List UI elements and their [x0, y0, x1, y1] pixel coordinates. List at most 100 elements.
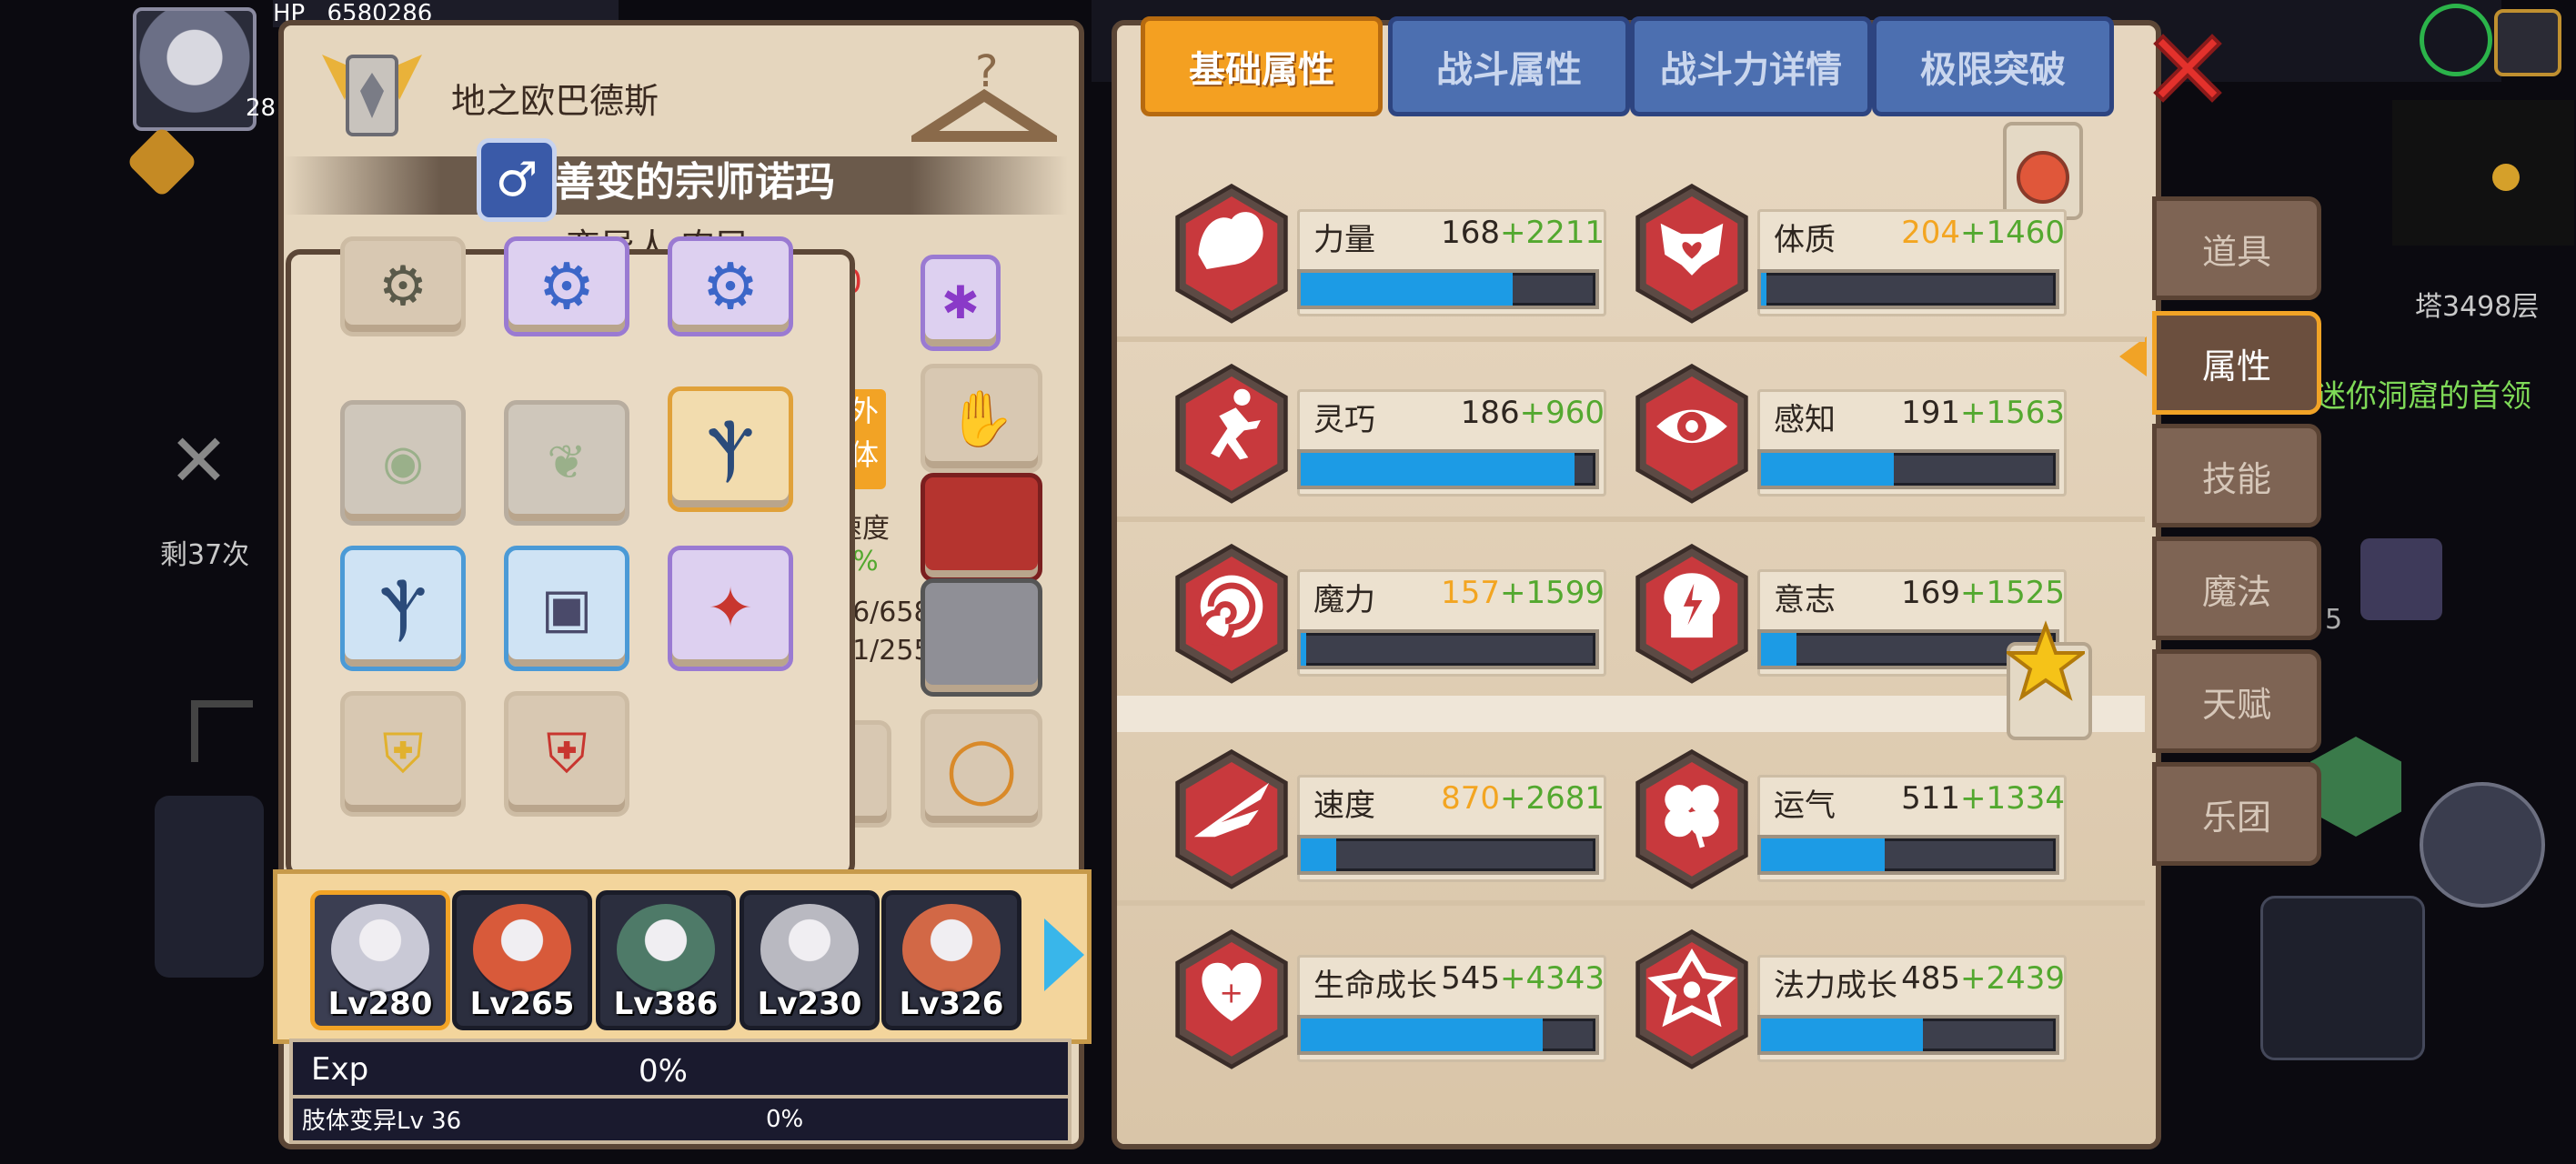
- team-level-5: Lv326: [899, 986, 1004, 1022]
- tab-limit-break[interactable]: 极限突破: [1872, 16, 2114, 116]
- stat-row: 力量 168+2211: [1168, 182, 1606, 327]
- chip-item-icon[interactable]: ▣: [504, 546, 629, 671]
- team-selector: Lv280 Lv265 Lv386 Lv230 Lv326: [273, 869, 1092, 1044]
- gauntlet-slot-icon[interactable]: ✋: [921, 364, 1042, 473]
- mutation-skill-value: 0%: [766, 1106, 804, 1133]
- stat-bonus: +1460: [1959, 215, 2065, 251]
- boots-slot-icon[interactable]: [921, 578, 1042, 697]
- mutation-skill-label: 肢体变异Lv 36: [302, 1108, 462, 1135]
- branch-item-icon-2[interactable]: Ⲯ: [340, 546, 466, 671]
- close-icon: [2153, 34, 2222, 103]
- side-tab-skills[interactable]: 技能: [2152, 424, 2321, 527]
- tab-combat-attributes[interactable]: 战斗属性: [1388, 16, 1630, 116]
- armor-chest-slot-icon[interactable]: [921, 473, 1042, 582]
- stat-bonus: +960: [1519, 395, 1605, 431]
- stat-value: 870+2681: [1441, 780, 1605, 817]
- buff-icon[interactable]: [126, 125, 198, 198]
- minimap[interactable]: [2392, 100, 2574, 246]
- stat-bar-fill: [1301, 273, 1514, 306]
- stat-base: 204: [1901, 215, 1960, 251]
- remaining-count: 剩37次: [160, 539, 250, 571]
- stat-bar: [1297, 835, 1599, 875]
- stat-bonus: +4343: [1499, 960, 1605, 997]
- crossed-swords-icon[interactable]: ✕: [168, 418, 241, 503]
- ring-slot-icon[interactable]: ◯: [921, 709, 1042, 828]
- team-level-1: Lv280: [327, 986, 433, 1022]
- stat-row: 魔力 157+1599: [1168, 542, 1606, 687]
- network-globe-icon[interactable]: [2420, 4, 2492, 76]
- stat-bonus: +2681: [1499, 780, 1605, 817]
- stat-bar-fill: [1761, 273, 1767, 306]
- side-tab-band[interactable]: 乐团: [2152, 762, 2321, 866]
- stat-bonus: +1334: [1959, 780, 2065, 817]
- stat-bonus: +2211: [1499, 215, 1605, 251]
- life-growth-icon: +: [1168, 928, 1288, 1069]
- cannon-item-icon[interactable]: ⚙: [340, 236, 466, 336]
- stat-value: 545+4343: [1441, 960, 1605, 997]
- stat-bar-fill: [1301, 838, 1336, 871]
- side-tab-magic[interactable]: 魔法: [2152, 537, 2321, 640]
- wing-icon: [1168, 748, 1288, 889]
- stat-row: 法力成长 485+2439: [1628, 928, 2067, 1073]
- tab-basic-attributes[interactable]: 基础属性: [1141, 16, 1383, 116]
- team-avatar-2: [473, 904, 571, 995]
- stat-value: 169+1525: [1901, 575, 2065, 611]
- star-button[interactable]: [2007, 620, 2092, 740]
- gear-frame-item-icon[interactable]: ⚙: [504, 236, 629, 336]
- bow-skill-icon[interactable]: [2260, 896, 2425, 1060]
- svg-text:+: +: [1219, 975, 1243, 1009]
- stat-bar: [1757, 1015, 2059, 1055]
- quest-text: 迷你洞窟的首领: [2315, 378, 2531, 415]
- player-avatar[interactable]: [133, 7, 257, 131]
- stat-name: 感知: [1774, 402, 1836, 438]
- row-separator: [1117, 900, 2145, 906]
- expand-icon[interactable]: [2494, 9, 2561, 76]
- stat-bar-fill: [1761, 453, 1894, 486]
- gear-frame-item-icon-2[interactable]: ⚙: [668, 236, 793, 336]
- stat-bar: [1297, 629, 1599, 669]
- branch-item-icon[interactable]: Ⲯ: [668, 386, 793, 512]
- team-member-5[interactable]: Lv326: [881, 890, 1021, 1030]
- team-next-arrow-icon[interactable]: [1044, 918, 1084, 991]
- team-avatar-4: [760, 904, 859, 995]
- tab-power-details[interactable]: 战斗力详情: [1630, 16, 1872, 116]
- side-tab-talent[interactable]: 天赋: [2152, 649, 2321, 753]
- dpad-control[interactable]: [155, 796, 264, 978]
- leaf-item-icon[interactable]: ❦: [504, 400, 629, 526]
- settings-gear-icon[interactable]: [2420, 782, 2545, 908]
- stat-value: 157+1599: [1441, 575, 1605, 611]
- hex-item-icon[interactable]: [2310, 737, 2401, 837]
- team-avatar-1: [331, 904, 429, 995]
- mind-head-icon: [1628, 542, 1748, 684]
- stat-value: 186+960: [1461, 395, 1605, 431]
- stat-bar: [1297, 1015, 1599, 1055]
- white-robe-item-icon[interactable]: ⛨: [340, 691, 466, 817]
- stat-row: + 生命成长 545+4343: [1168, 928, 1606, 1073]
- red-cape-item-icon[interactable]: ⛨: [504, 691, 629, 817]
- team-member-2[interactable]: Lv265: [452, 890, 592, 1030]
- team-member-1[interactable]: Lv280: [310, 890, 450, 1030]
- realm-crest-icon: [304, 36, 440, 146]
- side-tab-attributes[interactable]: 属性: [2152, 311, 2321, 415]
- stat-row: 感知 191+1563: [1628, 362, 2067, 507]
- skill-slot-icon[interactable]: [2360, 538, 2442, 620]
- stat-name: 意志: [1774, 582, 1836, 618]
- exp-value: 0%: [639, 1053, 688, 1089]
- close-button[interactable]: [2147, 27, 2229, 109]
- stat-name: 灵巧: [1313, 402, 1375, 438]
- runner-icon: [1168, 362, 1288, 504]
- stat-value: 191+1563: [1901, 395, 2065, 431]
- stat-base: 485: [1901, 960, 1960, 997]
- team-member-4[interactable]: Lv230: [740, 890, 880, 1030]
- magic-staff-item-icon[interactable]: ✦: [668, 546, 793, 671]
- stat-name: 法力成长: [1774, 968, 1897, 1004]
- stat-bar: [1757, 269, 2059, 309]
- eye-emblem-item-icon[interactable]: ◉: [340, 400, 466, 526]
- hanger-icon[interactable]: ?: [901, 45, 1067, 155]
- stat-value: 485+2439: [1901, 960, 2065, 997]
- gender-male-icon: ♂: [477, 138, 557, 222]
- stat-bar-fill: [1301, 1018, 1543, 1051]
- team-member-3[interactable]: Lv386: [596, 890, 736, 1030]
- side-tab-items[interactable]: 道具: [2152, 196, 2321, 300]
- rune-slot-icon[interactable]: ✱: [921, 255, 1001, 351]
